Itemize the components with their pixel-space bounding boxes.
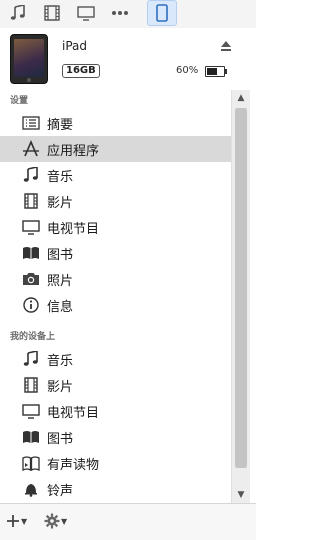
battery-percent: 60%: [176, 65, 199, 76]
sidebar-item-photos[interactable]: 照片: [0, 266, 231, 292]
sidebar-item-device-books[interactable]: 图书: [0, 424, 231, 450]
sidebar: 设置 摘要 应用程序 音乐 影片 电视节目 图书 照片 信息 我的设备上 音乐 …: [0, 90, 231, 503]
sidebar-item-music[interactable]: 音乐: [0, 162, 231, 188]
sidebar-scrollbar[interactable]: ▲ ▼: [231, 90, 250, 503]
books-icon: [20, 244, 42, 262]
sidebar-item-info[interactable]: 信息: [0, 292, 231, 318]
camera-icon: [20, 270, 42, 288]
top-toolbar: [0, 0, 256, 29]
apps-icon: [20, 140, 42, 158]
summary-icon: [20, 114, 42, 132]
chevron-down-icon: ▼: [61, 516, 68, 526]
section-header-on-device: 我的设备上: [10, 332, 56, 342]
sidebar-item-label: 影片: [47, 195, 74, 211]
movies-icon: [20, 376, 42, 394]
sidebar-item-label: 图书: [47, 247, 74, 263]
settings-button[interactable]: ▼: [44, 510, 67, 532]
sidebar-item-apps[interactable]: 应用程序: [0, 136, 231, 162]
sidebar-item-device-audiobooks[interactable]: 有声读物: [0, 450, 231, 476]
plus-icon: [7, 515, 19, 527]
sidebar-item-label: 应用程序: [47, 143, 100, 159]
sidebar-item-device-movies[interactable]: 影片: [0, 372, 231, 398]
device-image: [10, 34, 48, 84]
scroll-up-icon[interactable]: ▲: [232, 90, 250, 106]
sidebar-item-label: 音乐: [47, 169, 74, 185]
sidebar-item-label: 铃声: [47, 483, 74, 499]
chevron-down-icon: ▼: [21, 516, 28, 526]
music-icon[interactable]: [4, 0, 32, 26]
music-icon: [20, 166, 42, 184]
bottom-bar: ▼ ▼: [0, 503, 256, 540]
sidebar-item-label: 照片: [47, 273, 74, 289]
tv-icon[interactable]: [72, 0, 100, 26]
sidebar-item-label: 电视节目: [47, 405, 100, 421]
sidebar-item-device-music[interactable]: 音乐: [0, 346, 231, 372]
section-header-settings: 设置: [10, 96, 29, 106]
audiobooks-icon: [20, 454, 42, 472]
scrollbar-thumb[interactable]: [235, 108, 247, 468]
movies-icon: [20, 192, 42, 210]
info-icon: [20, 296, 42, 314]
music-icon: [20, 350, 42, 368]
books-icon: [20, 428, 42, 446]
tv-icon: [20, 218, 42, 236]
movies-icon[interactable]: [38, 0, 66, 26]
sidebar-item-device-tv[interactable]: 电视节目: [0, 398, 231, 424]
bell-icon: [20, 480, 42, 498]
sidebar-item-tv[interactable]: 电视节目: [0, 214, 231, 240]
sidebar-item-label: 有声读物: [47, 457, 100, 473]
eject-icon[interactable]: [220, 40, 232, 52]
sidebar-item-label: 影片: [47, 379, 74, 395]
sidebar-item-device-ringtones[interactable]: 铃声: [0, 476, 231, 502]
capacity-badge: 16GB: [62, 64, 100, 78]
sidebar-item-label: 摘要: [47, 117, 74, 133]
device-icon[interactable]: [147, 0, 177, 26]
sidebar-item-label: 信息: [47, 299, 74, 315]
device-name[interactable]: iPad: [62, 39, 87, 53]
device-header: iPad 16GB 60%: [0, 28, 256, 90]
sidebar-item-summary[interactable]: 摘要: [0, 110, 231, 136]
add-button[interactable]: ▼: [6, 510, 27, 532]
sidebar-item-label: 电视节目: [47, 221, 100, 237]
more-icon[interactable]: [106, 0, 134, 26]
gear-icon: [44, 513, 60, 529]
scroll-down-icon[interactable]: ▼: [232, 487, 250, 503]
sidebar-item-books[interactable]: 图书: [0, 240, 231, 266]
sidebar-item-movies[interactable]: 影片: [0, 188, 231, 214]
tv-icon: [20, 402, 42, 420]
sidebar-item-label: 音乐: [47, 353, 74, 369]
sidebar-item-label: 图书: [47, 431, 74, 447]
battery-icon: [205, 66, 227, 77]
